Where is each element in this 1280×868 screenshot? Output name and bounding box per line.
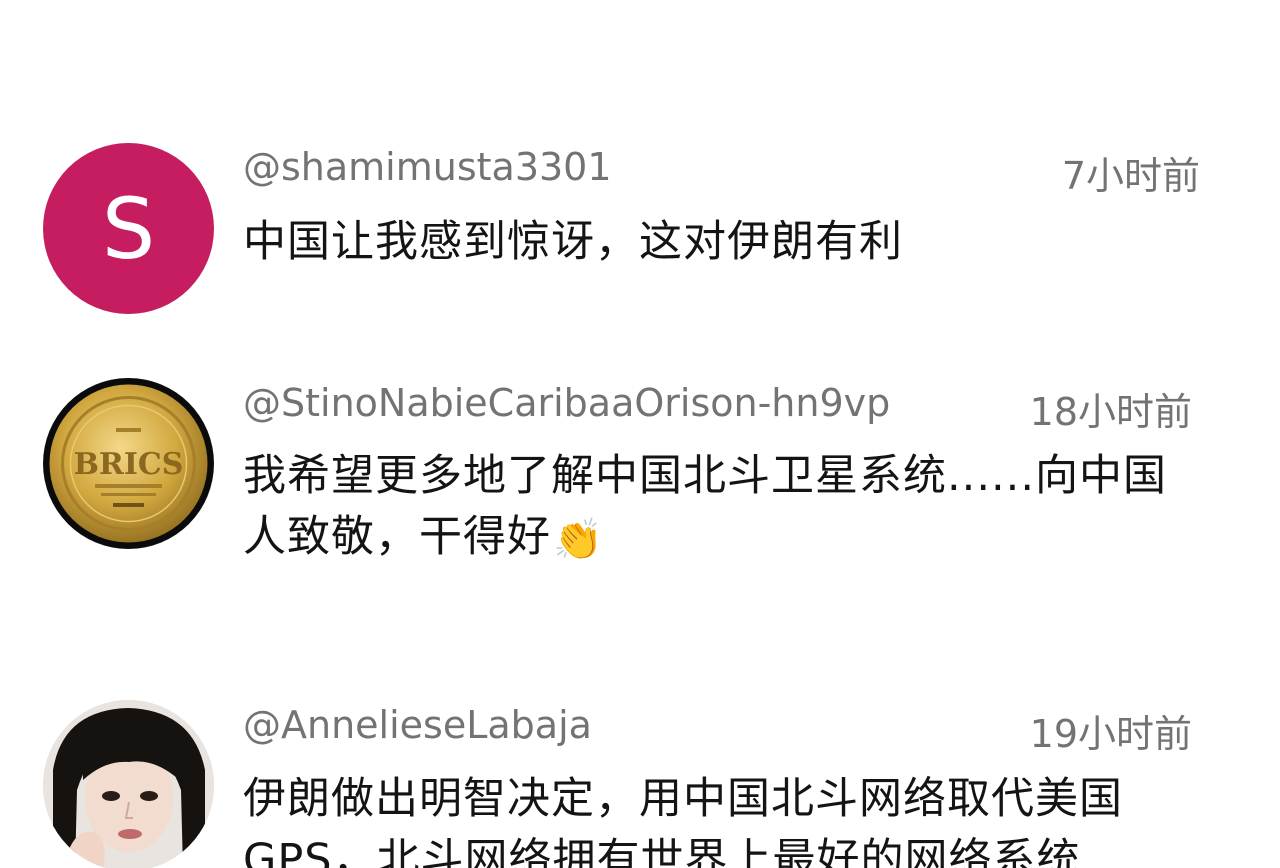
comment-time: 7小时前 [1061,154,1200,198]
profile-photo-icon [43,700,214,868]
comment-author[interactable]: @AnnelieseLabaja [243,703,592,747]
avatar-letter: S [101,179,156,278]
comment-text: 中国让我感到惊讶，这对伊朗有利 [243,217,903,267]
comment-time: 19小时前 [1029,712,1192,756]
avatar[interactable] [43,700,214,868]
comment-author[interactable]: @StinoNabieCaribaaOrison-hn9vp [243,381,890,425]
avatar-label: BRICS [74,447,184,482]
comments-list: S @shamimusta3301 7小时前 中国让我感到惊讶，这对伊朗有利 B… [0,0,1280,868]
comment-text: 伊朗做出明智决定，用中国北斗网络取代美国GPS，北斗网络拥有世界上最好的网络系统 [243,774,1123,868]
clapping-hands-icon: 👏 [553,517,604,563]
comment-text-body: 我希望更多地了解中国北斗卫星系统......向中国人致敬，干得好 [243,451,1168,562]
comment-time: 18小时前 [1029,390,1192,434]
comment-author[interactable]: @shamimusta3301 [243,145,612,189]
comment-text: 我希望更多地了解中国北斗卫星系统......向中国人致敬，干得好👏 [243,446,1183,571]
brics-coin-icon: BRICS [43,378,214,549]
avatar[interactable]: S [43,143,214,314]
avatar[interactable]: BRICS [43,378,214,549]
